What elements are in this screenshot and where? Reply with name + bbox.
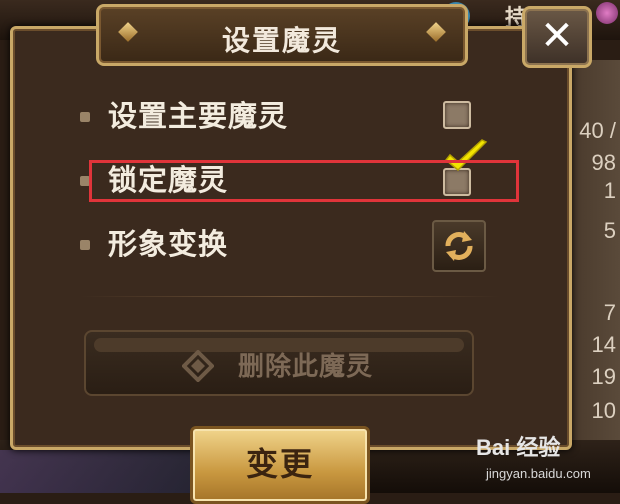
transform-swap-button[interactable] <box>432 220 486 272</box>
monster-thumbnails <box>0 450 190 493</box>
watermark-brand: Bai 经验 <box>476 435 561 460</box>
stat-value: 5 <box>603 218 616 243</box>
stat-value: 40 / <box>579 118 616 143</box>
stat-value: 19 <box>591 364 616 389</box>
stat-value: 98 <box>591 150 616 175</box>
star-icon <box>596 2 618 24</box>
bullet-icon <box>80 112 90 122</box>
option-label: 形象变换 <box>108 227 229 261</box>
dialog-title: 设置魔灵 <box>221 24 342 57</box>
divider <box>80 296 500 297</box>
option-row-set-main[interactable]: 设置主要魔灵 <box>80 96 500 136</box>
stat-value: 10 <box>591 398 616 423</box>
stat-value: 1 <box>603 178 616 203</box>
close-button[interactable]: ✕ <box>522 6 592 68</box>
confirm-change-button[interactable]: 变更 <box>190 426 370 504</box>
highlight-annotation <box>89 160 519 202</box>
delete-monster-button[interactable]: 删除此魔灵 <box>84 330 474 396</box>
background-stats-column: 40 / 98 1 5 7 14 19 10 <box>570 60 620 460</box>
bullet-icon <box>80 240 90 250</box>
set-main-checkbox[interactable] <box>443 101 471 129</box>
watermark-url: jingyan.baidu.com <box>486 466 591 481</box>
swap-icon <box>445 231 473 261</box>
delete-emblem-icon <box>182 350 214 382</box>
delete-label: 删除此魔灵 <box>238 352 374 382</box>
stat-value: 14 <box>591 332 616 357</box>
stat-value: 7 <box>603 300 616 325</box>
option-label: 设置主要魔灵 <box>108 99 289 133</box>
close-icon: ✕ <box>540 13 574 59</box>
dialog-title-plate: 设置魔灵 <box>96 4 468 66</box>
